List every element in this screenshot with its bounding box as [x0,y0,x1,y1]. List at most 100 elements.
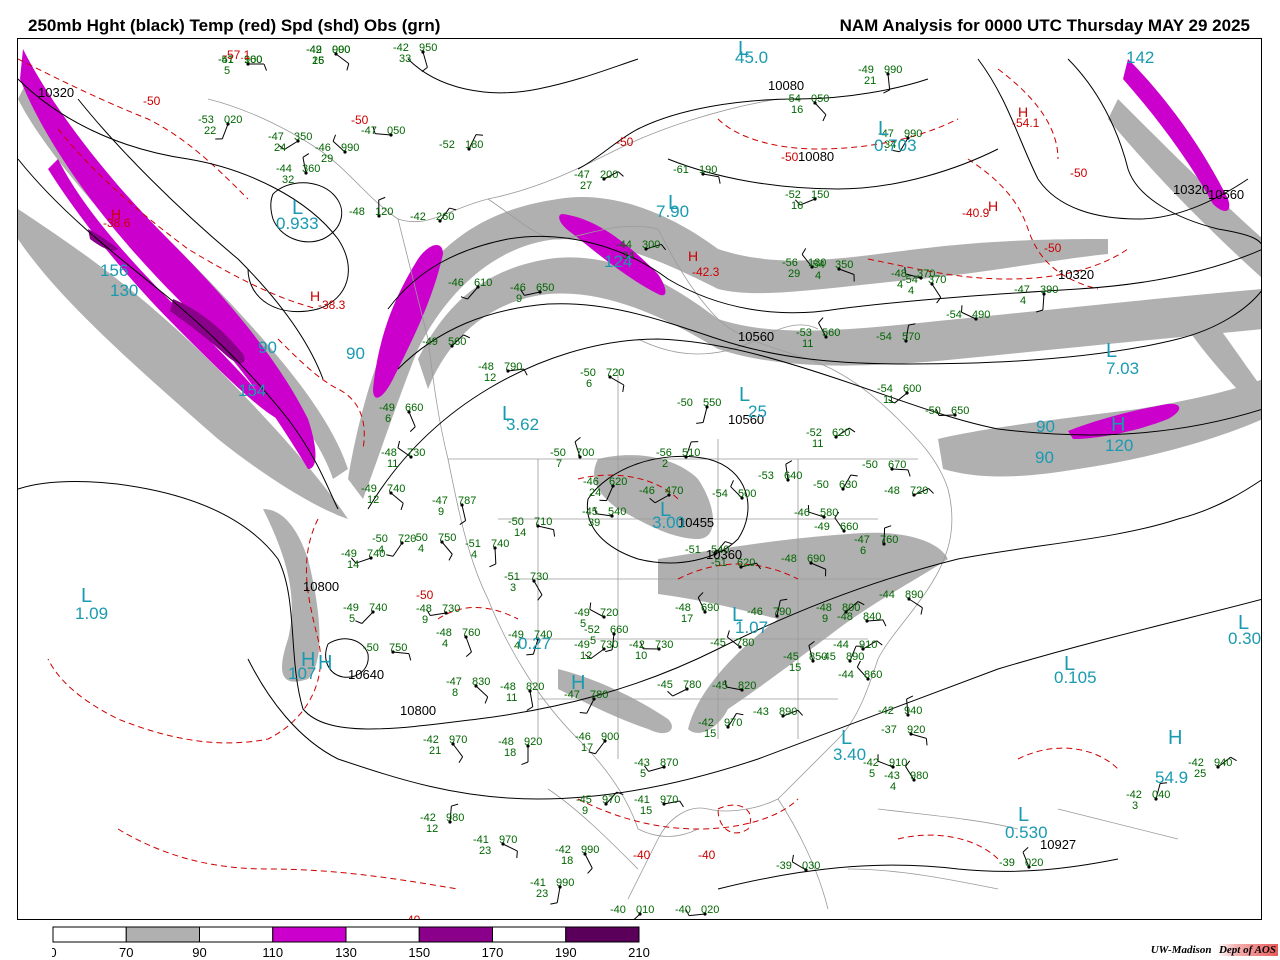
obs-height: 650 [951,405,969,417]
obs-height: 360 [302,163,320,175]
obs-temperature: -46 [639,485,655,497]
speed-value-label: 90 [346,344,365,363]
obs-height: 990 [884,64,902,76]
geography-outline [847,868,999,890]
colorbar-box [492,926,567,943]
wind-barb-flag [451,803,459,807]
obs-height: 750 [389,642,407,654]
obs-temperature: -37 [881,724,897,736]
speed-value-label: 120 [1105,436,1133,455]
obs-speed: 5 [580,618,586,630]
obs-speed: 17 [581,742,593,754]
obs-height: 390 [1040,284,1058,296]
obs-height: 670 [888,459,906,471]
obs-height: 720 [606,367,624,379]
obs-speed: 4 [471,549,477,561]
obs-height: 920 [907,724,925,736]
obs-height: 710 [534,516,552,528]
high-center-marker: H [1018,104,1028,120]
obs-speed: 5 [869,768,875,780]
obs-height: 970 [660,794,678,806]
obs-speed: 16 [791,104,803,116]
speed-value-label: 1.09 [75,604,108,623]
obs-temperature: -42 [878,705,894,717]
obs-speed: 22 [204,125,216,137]
obs-temperature: -45 [710,637,726,649]
wind-barb-flag [617,171,624,177]
obs-temperature: -45 [657,679,673,691]
obs-height: 560 [448,336,466,348]
obs-height: 620 [832,427,850,439]
obs-speed: 11 [506,692,517,704]
chart-title: 250mb Hght (black) Temp (red) Spd (shd) … [28,16,441,35]
obs-speed: 14 [347,559,359,571]
high-center-marker: H [571,672,585,694]
obs-temperature: -54 [712,488,728,500]
obs-height: 650 [536,282,554,294]
temperature-label: -40 [403,913,421,920]
obs-speed: 6 [860,545,866,557]
temperature-label: -40 [698,848,716,862]
obs-height: 780 [736,637,754,649]
obs-height: 190 [699,164,717,176]
height-label: 10560 [1208,187,1244,202]
speed-value-label: 107 [288,664,316,683]
wind-barb-flag [458,756,464,763]
wind-barb-flag [822,114,827,122]
obs-height: 870 [660,757,678,769]
obs-height: 020 [1025,857,1043,869]
wind-barb-flag [523,368,528,376]
obs-temperature: -45 [712,680,728,692]
colorbar-tick-label: 190 [555,945,577,958]
wind-barb-flag [850,474,858,477]
obs-height: 570 [902,331,920,343]
wind-barb-flag [882,619,887,627]
speed-value-label: 0.27 [518,634,551,653]
obs-speed: 23 [479,845,491,857]
wind-barb [931,283,942,298]
obs-speed: 6 [586,378,592,390]
obs-speed: 21 [864,75,876,87]
wind-barb-flag [679,800,684,808]
wind-barb-flag [489,563,497,568]
temperature-contour [117,828,459,890]
speed-value-label: 1.07 [735,618,768,637]
obs-height: 980 [910,770,928,782]
obs-height: 940 [1214,757,1232,769]
obs-speed: 12 [426,823,438,835]
wind-barb-flag [925,738,928,746]
obs-height: 720 [600,607,618,619]
speed-value-label: 45.0 [735,48,768,67]
obs-speed: 16 [791,200,803,212]
obs-speed: 11 [802,338,813,350]
wind-barb-flag [876,640,883,646]
obs-temperature: -54 [946,309,962,321]
height-label: 10800 [303,579,339,594]
temperature-label: -50 [1070,166,1088,180]
speed-value-label: 90 [258,338,277,357]
obs-temperature: -39 [999,857,1015,869]
wind-barb-flag [884,525,892,529]
obs-height: 120 [375,206,393,218]
obs-speed: 29 [321,153,333,165]
obs-height: 050 [387,125,405,137]
colorbar-box [125,926,200,943]
obs-height: 030 [802,860,820,872]
obs-temperature: -45 [820,651,836,663]
temperature-label: -50 [143,94,161,108]
geography-outline [1057,808,1179,840]
obs-height: 990 [581,844,599,856]
obs-height: 720 [910,485,928,497]
obs-temperature: -51 [685,544,701,556]
obs-speed: 4 [442,638,448,650]
wind-barb-flag [484,696,489,704]
obs-temperature: -46 [448,277,464,289]
geography-outline [877,808,1019,830]
wind-barb-flag [409,426,416,432]
obs-speed: 11 [812,438,823,450]
obs-speed: 12 [367,494,379,506]
wind-barb-flag [1022,847,1029,853]
obs-height: 560 [822,327,840,339]
wind-barb-flag [475,134,484,136]
obs-height: 780 [590,689,608,701]
